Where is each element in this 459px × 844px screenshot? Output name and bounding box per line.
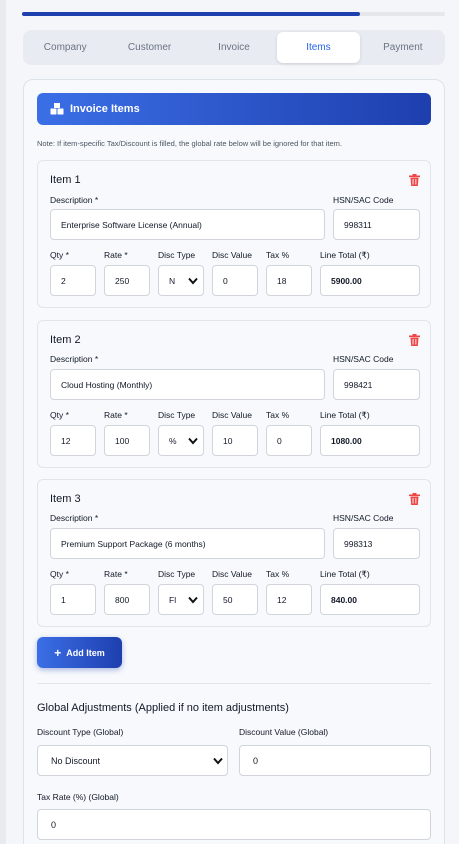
disc-value-input[interactable]: 50 [212,584,258,615]
line-total-label: Line Total (₹) [320,569,370,579]
qty-label: Qty * [50,569,69,579]
disc-type-select[interactable]: Fl [158,584,204,615]
disc-value-label: Disc Value [212,250,252,260]
tax-input[interactable]: 18 [266,265,312,296]
section-note: Note: If item-specific Tax/Discount is f… [37,139,343,148]
rate-input[interactable]: 250 [104,265,150,296]
disc-value-label: Disc Value [212,410,252,420]
global-adjustments-title: Global Adjustments (Applied if no item a… [37,702,289,714]
progress-bar [22,12,445,16]
section-title: Invoice Items [70,103,140,115]
tab-customer[interactable]: Customer [108,32,190,63]
qty-input[interactable]: 2 [50,265,96,296]
disc-type-value: % [169,435,177,446]
chevron-down-icon [188,596,198,604]
invoice-items-card: Invoice Items Note: If item-specific Tax… [23,79,445,844]
boxes-icon [50,103,64,115]
hsn-label: HSN/SAC Code [333,195,394,205]
global-discount-type-value: No Discount [51,755,101,766]
hsn-label: HSN/SAC Code [333,513,394,523]
disc-type-value: N [169,275,176,286]
qty-label: Qty * [50,410,69,420]
trash-icon[interactable] [409,333,420,346]
trash-icon[interactable] [409,492,420,505]
item-title: Item 1 [50,174,81,186]
item-card-2: Item 2 Description * HSN/SAC Code Cloud … [37,320,431,468]
tax-label: Tax % [266,569,290,579]
tab-payment[interactable]: Payment [362,32,444,63]
trash-icon[interactable] [409,173,420,186]
global-tax-rate-input[interactable]: 0 [37,809,431,840]
disc-value-label: Disc Value [212,569,252,579]
hsn-input[interactable]: 998421 [333,369,420,400]
disc-type-label: Disc Type [158,250,196,260]
chevron-down-icon [188,277,198,285]
qty-label: Qty * [50,250,69,260]
global-discount-value-input[interactable]: 0 [239,745,431,776]
tax-label: Tax % [266,250,290,260]
line-total-field: 1080.00 [320,425,420,456]
chevron-down-icon [213,757,223,765]
item-title: Item 3 [50,493,81,505]
step-tabs: Company Customer Invoice Items Payment [23,30,445,65]
tax-input[interactable]: 0 [266,425,312,456]
disc-type-value: Fl [169,594,177,605]
item-title: Item 2 [50,334,81,346]
progress-fill [22,12,361,16]
line-total-field: 840.00 [320,584,420,615]
line-total-label: Line Total (₹) [320,410,370,420]
hsn-input[interactable]: 998311 [333,209,420,240]
description-label: Description * [50,195,99,205]
disc-value-input[interactable]: 0 [212,265,258,296]
description-input[interactable]: Cloud Hosting (Monthly) [50,369,325,400]
line-total-label: Line Total (₹) [320,250,370,260]
tab-invoice[interactable]: Invoice [193,32,275,63]
description-input[interactable]: Premium Support Package (6 months) [50,528,325,559]
rate-input[interactable]: 100 [104,425,150,456]
disc-type-select[interactable]: N [158,265,204,296]
global-discount-type-label: Discount Type (Global) [37,727,124,737]
rate-label: Rate * [104,250,128,260]
tab-company[interactable]: Company [24,32,106,63]
line-total-field: 5900.00 [320,265,420,296]
rate-input[interactable]: 800 [104,584,150,615]
add-item-label: Add Item [66,647,105,658]
plus-icon: + [54,645,62,660]
section-header: Invoice Items [37,93,431,125]
qty-input[interactable]: 12 [50,425,96,456]
global-tax-rate-label: Tax Rate (%) (Global) [37,792,119,802]
item-card-1: Item 1 Description * HSN/SAC Code Enterp… [37,160,431,308]
disc-type-label: Disc Type [158,569,196,579]
hsn-label: HSN/SAC Code [333,354,394,364]
description-input[interactable]: Enterprise Software License (Annual) [50,209,325,240]
chevron-down-icon [188,437,198,445]
qty-input[interactable]: 1 [50,584,96,615]
tax-label: Tax % [266,410,290,420]
description-label: Description * [50,513,99,523]
global-discount-type-select[interactable]: No Discount [37,745,228,776]
description-label: Description * [50,354,99,364]
hsn-input[interactable]: 998313 [333,528,420,559]
rate-label: Rate * [104,569,128,579]
tax-input[interactable]: 12 [266,584,312,615]
tab-items[interactable]: Items [277,32,360,63]
global-discount-value-label: Discount Value (Global) [239,727,329,737]
rate-label: Rate * [104,410,128,420]
disc-value-input[interactable]: 10 [212,425,258,456]
divider [37,683,431,684]
item-card-3: Item 3 Description * HSN/SAC Code Premiu… [37,479,431,627]
page: Company Customer Invoice Items Payment I… [6,0,459,844]
add-item-button[interactable]: + Add Item [37,637,122,668]
disc-type-label: Disc Type [158,410,196,420]
disc-type-select[interactable]: % [158,425,204,456]
